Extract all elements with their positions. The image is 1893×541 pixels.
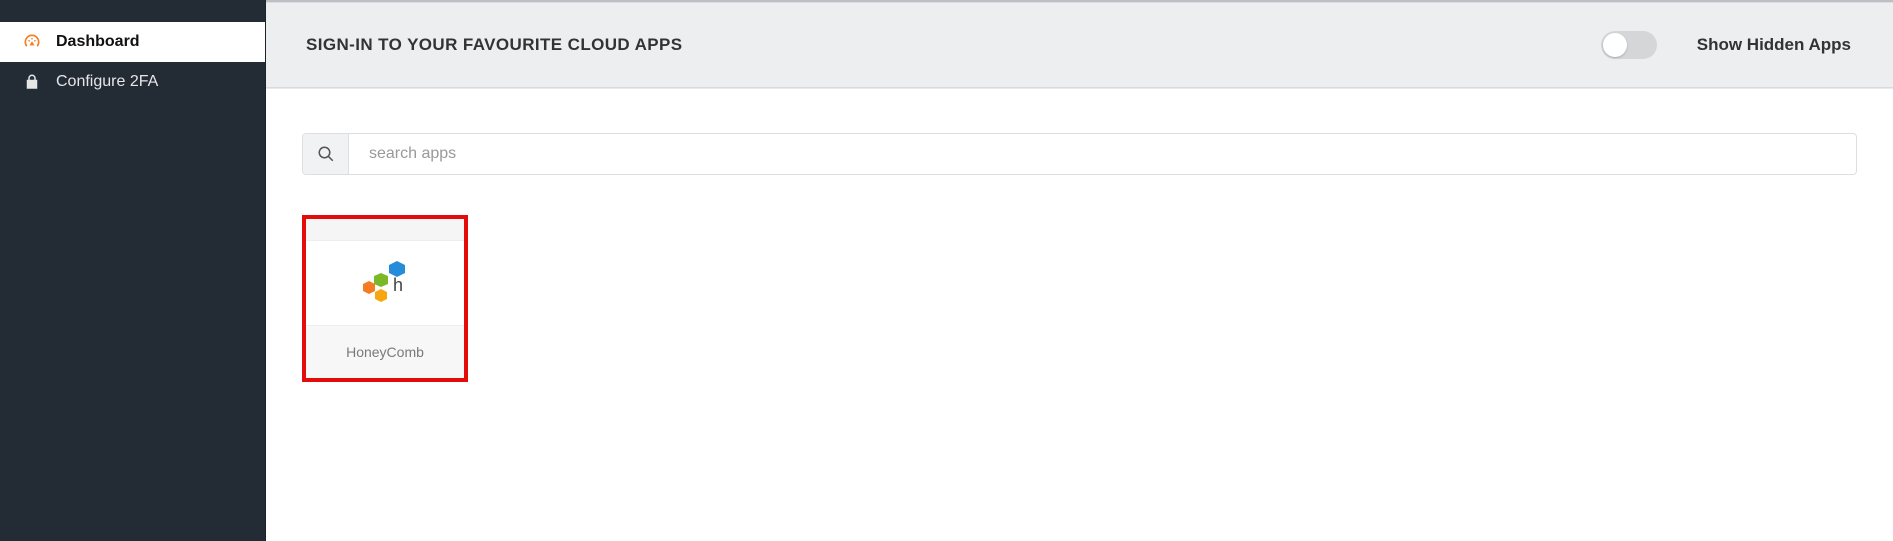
dashboard-icon <box>22 32 42 52</box>
app-tile-label: HoneyComb <box>306 325 464 378</box>
sidebar-item-label: Configure 2FA <box>56 73 158 91</box>
svg-text:h: h <box>393 275 403 295</box>
search-icon <box>303 134 349 174</box>
toggle-knob <box>1603 33 1627 57</box>
honeycomb-icon: h <box>306 241 464 325</box>
sidebar-item-label: Dashboard <box>56 33 140 51</box>
app-tile-header <box>306 219 464 241</box>
sidebar-item-dashboard[interactable]: Dashboard <box>0 22 265 62</box>
lock-icon <box>22 72 42 92</box>
search-input[interactable] <box>349 134 1856 174</box>
header-right: Show Hidden Apps <box>1601 31 1851 59</box>
show-hidden-apps-toggle[interactable] <box>1601 31 1657 59</box>
show-hidden-apps-label: Show Hidden Apps <box>1697 35 1851 55</box>
header-bar: SIGN-IN TO YOUR FAVOURITE CLOUD APPS Sho… <box>266 2 1893 88</box>
sidebar: Dashboard Configure 2FA <box>0 0 266 541</box>
sidebar-item-configure-2fa[interactable]: Configure 2FA <box>0 62 265 102</box>
page-title: SIGN-IN TO YOUR FAVOURITE CLOUD APPS <box>306 35 682 55</box>
content-card: h HoneyComb <box>266 88 1893 541</box>
main-area: SIGN-IN TO YOUR FAVOURITE CLOUD APPS Sho… <box>266 0 1893 541</box>
app-tile-honeycomb[interactable]: h HoneyComb <box>302 215 468 382</box>
search-bar <box>302 133 1857 175</box>
